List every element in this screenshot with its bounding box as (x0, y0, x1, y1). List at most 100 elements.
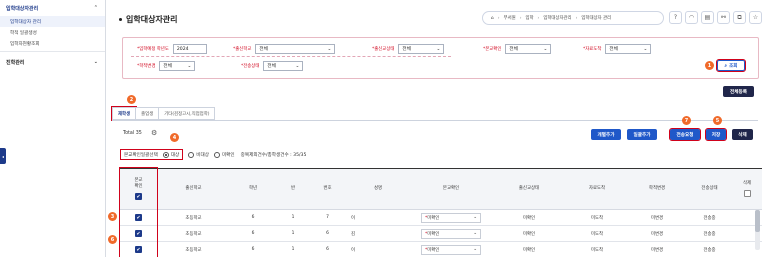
school-confirm-select[interactable]: *미확인 ⌄ (421, 228, 481, 239)
header-number: 번호 (323, 186, 332, 191)
toolbar-icons: ? ◠ ▤ ⚯ ⧉ ☆ (669, 11, 762, 24)
students-table: 본교 확인 ✔ 출신학교 학년 반 번호 성명 본교확인 출신교상태 자료도착 … (120, 168, 762, 257)
tab-divider (112, 120, 758, 121)
gear-icon[interactable]: ⚙ (151, 129, 157, 137)
sidebar-item-admission-manage[interactable]: 입학대상자 관리 (0, 16, 105, 27)
breadcrumb: ⌂ › 부서원 › 입학 › 입학대상자관리 › 입학대상자 관리 (482, 11, 664, 25)
help-icon[interactable]: ? (669, 11, 682, 24)
add-button[interactable]: 개별추가 (591, 129, 621, 140)
header-transfer-status: 전송상태 (701, 186, 718, 191)
header-name: 성명 (373, 186, 383, 191)
transfer-request-button[interactable]: 전송요청 (669, 128, 701, 141)
table-header: 본교 확인 ✔ 출신학교 학년 반 번호 성명 본교확인 출신교상태 자료도착 … (120, 169, 762, 210)
header-class: 반 (290, 186, 296, 191)
sidebar-group-label: 진학관리 (6, 60, 25, 66)
search-button[interactable]: ⌕ 조회 (716, 59, 746, 72)
share-icon[interactable]: ⚯ (717, 11, 730, 24)
school-confirm-select[interactable]: *미확인 ⌄ (421, 212, 481, 223)
window-icon[interactable]: ⧉ (733, 11, 746, 24)
school-confirm-select[interactable]: *미확인 ⌄ (421, 244, 481, 255)
cell-transfer-status: 전송중 (703, 247, 716, 253)
field-record-change: *학적변경 전체 ⌄ (137, 61, 196, 71)
record-change-select[interactable]: 전체 ⌄ (159, 61, 196, 71)
chevron-down-icon: ⌄ (436, 46, 441, 52)
breadcrumb-item[interactable]: 입학대상자관리 (543, 15, 571, 21)
cell-transfer-status: 전송중 (703, 231, 716, 237)
home-icon[interactable]: ⌂ (491, 16, 494, 21)
row-checkbox[interactable]: ✔ (135, 246, 142, 253)
origin-status-select[interactable]: 전체 ⌄ (398, 44, 445, 54)
cell-record-change: 미변경 (650, 215, 664, 221)
table-scrollbar[interactable] (755, 210, 760, 250)
step-badge: 5 (713, 116, 722, 125)
origin-school-select[interactable]: 전체 ⌄ (255, 44, 336, 54)
sidebar-divider (0, 51, 105, 52)
sidebar-group-admission[interactable]: 입학대상자관리 ⌃ (0, 0, 105, 16)
field-origin-school: *출신학교 전체 ⌄ (233, 44, 336, 54)
data-arrival-select[interactable]: 전체 ⌄ (605, 44, 652, 54)
header-grade: 학년 (248, 186, 258, 191)
breadcrumb-item[interactable]: 부서원 (504, 15, 516, 21)
cell-number: 6 (326, 247, 329, 252)
star-icon[interactable]: ☆ (749, 11, 762, 24)
school-check-select[interactable]: 전체 ⌄ (505, 44, 552, 54)
tab-graduates[interactable]: 졸업생 (135, 107, 160, 120)
select-all-checkbox[interactable]: ✔ (135, 193, 142, 200)
table-row[interactable]: ✔ 초등학교 6 1 7 이 *미확인 ⌄ 미확인 미도착 미변경 전송중 (120, 210, 762, 226)
sidebar-toggle-button[interactable]: ◂ (0, 148, 6, 164)
radio-non-target[interactable] (188, 151, 195, 158)
cell-grade: 6 (251, 247, 255, 252)
sidebar-group-advancement[interactable]: 진학관리 ⌄ (0, 54, 105, 70)
tab-current-students[interactable]: 재학생 (110, 106, 138, 121)
field-data-arrival: *자료도착 전체 ⌄ (583, 44, 652, 54)
table-row[interactable]: ✔ 초등학교 6 1 6 이 *미확인 ⌄ 미확인 미도착 미변경 전송중 (120, 242, 762, 257)
search-panel: *입학예정 학년도 2024 *출신학교 전체 ⌄ *출신교상태 전체 ⌄ *본교확… (122, 37, 759, 79)
cell-data-arrival: 미도착 (590, 231, 604, 237)
cell-number: 6 (326, 231, 329, 236)
cell-origin-status: 미확인 (522, 215, 536, 221)
chevron-up-icon: ⌃ (93, 5, 98, 11)
chevron-down-icon: ⌄ (473, 215, 477, 220)
tab-others[interactable]: 기타(검정고시,직업업학) (158, 107, 216, 120)
breadcrumb-item[interactable]: 입학대상자 관리 (581, 15, 611, 21)
cell-data-arrival: 미도착 (590, 247, 604, 253)
cell-transfer-status: 전송중 (703, 215, 716, 221)
page-title: 입학대상자관리 (119, 14, 178, 25)
radio-target[interactable] (162, 151, 169, 158)
scrollbar-thumb[interactable] (755, 210, 760, 232)
chevron-down-icon: ⌄ (543, 46, 548, 52)
save-button[interactable]: 저장 (705, 128, 727, 141)
field-school-check: *본교확인 전체 ⌄ (483, 44, 552, 54)
cell-origin-status: 미확인 (522, 231, 536, 237)
step-badge: 2 (127, 95, 136, 104)
table-row[interactable]: ✔ 초등학교 6 1 6 김 *미확인 ⌄ 미확인 미도착 미변경 전송중 (120, 226, 762, 242)
register-all-button[interactable]: 전체등록 (723, 86, 754, 97)
chevron-down-icon: ⌄ (473, 231, 477, 236)
cell-class: 1 (291, 215, 295, 220)
cell-name: 이 (351, 215, 356, 221)
field-transfer-status: *전송상태 전체 ⌄ (241, 61, 304, 71)
delete-all-checkbox[interactable] (743, 190, 751, 197)
bullet-icon (119, 18, 122, 21)
headset-icon[interactable]: ◠ (685, 11, 698, 24)
bulk-add-button[interactable]: 일괄추가 (627, 129, 657, 140)
sidebar-item-bulk-create[interactable]: 학적 일괄생성 (0, 27, 105, 38)
step-badge: 3 (108, 212, 117, 221)
field-origin-status: *출신교상태 전체 ⌄ (372, 44, 445, 54)
header-record-change: 학적변경 (648, 186, 666, 191)
delete-button[interactable]: 삭제 (732, 129, 753, 140)
transfer-status-select[interactable]: 전체 ⌄ (263, 61, 304, 71)
admission-year-input[interactable]: 2024 (172, 44, 207, 54)
header-school-confirm: 본교확인 (442, 186, 460, 191)
step-badge: 6 (108, 235, 117, 244)
cell-record-change: 미변경 (650, 247, 664, 253)
step-badge: 4 (170, 133, 179, 142)
row-checkbox[interactable]: ✔ (135, 214, 142, 221)
cell-data-arrival: 미도착 (590, 215, 604, 221)
sidebar-item-admission-status[interactable]: 입학자현황조회 (0, 38, 105, 49)
breadcrumb-item[interactable]: 입학 (525, 15, 533, 21)
chevron-down-icon: ⌄ (295, 63, 300, 69)
radio-unconfirmed[interactable] (213, 151, 220, 158)
document-icon[interactable]: ▤ (701, 11, 714, 24)
row-checkbox[interactable]: ✔ (135, 230, 142, 237)
